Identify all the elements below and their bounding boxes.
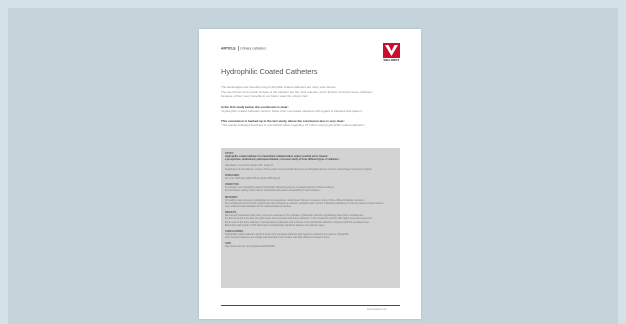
document-page: ARTICLE Urinary catheters WELLSPECT Hydro… bbox=[199, 29, 421, 319]
methods-section: METHODS: 49 healthy male volunteers part… bbox=[225, 196, 396, 208]
header-category: ARTICLE bbox=[221, 46, 236, 51]
claim-quote: "Hydrophilic coated catheters perform be… bbox=[221, 109, 363, 114]
claim-last-study: This conclusion is backed up in the last… bbox=[221, 119, 403, 128]
results-section: RESULTS: Microscopic haematuria was, wer… bbox=[225, 211, 396, 226]
claim-quote: "The results indicated that there is a b… bbox=[221, 123, 365, 128]
footer-rule bbox=[221, 305, 400, 306]
objective-line: for intermittent urinary micro trauma, b… bbox=[225, 189, 321, 193]
doc-title: Hydrophilic Coated Catheters bbox=[221, 67, 318, 76]
logo-wordmark: WELLSPECT bbox=[383, 59, 400, 62]
intro-line: because of their many benefits to our be… bbox=[221, 94, 309, 99]
wellspect-logo-icon bbox=[383, 43, 400, 58]
study-affiliation: Department of Surveillance, Centre of Pr… bbox=[225, 167, 372, 171]
study-link[interactable]: http://www.ncbi.nlm.nih.gov/pubmed/16126… bbox=[225, 245, 275, 248]
claim-first-study: In the first study below, the conclusion… bbox=[221, 105, 403, 114]
methods-line: were collected and evaluated for the cat… bbox=[225, 204, 292, 208]
authors-section: Stensballe J, Looms D, Nielsen PN, Tvede… bbox=[225, 164, 396, 170]
conclusions-line: and uncoated catheters are equally well … bbox=[225, 236, 330, 240]
footer-url[interactable]: www.wellspect.com bbox=[367, 309, 387, 311]
study-subtitle: a prospective, randomised, participant-b… bbox=[225, 158, 340, 162]
published-value: Eur Urol. 2005 Dec;48(6):978-83. Epub 20… bbox=[225, 176, 282, 180]
intro-text: The advantages and benefits using hydrop… bbox=[221, 85, 403, 99]
objective-section: OBJECTIVE: To compare two hydrophilic co… bbox=[225, 183, 396, 192]
header-divider bbox=[237, 46, 239, 51]
published-section: PUBLISHED: Eur Urol. 2005 Dec;48(6):978-… bbox=[225, 174, 396, 180]
study-summary-box: STUDY: Hydrophilic coated catheters for … bbox=[221, 148, 400, 288]
study-section: STUDY: Hydrophilic coated catheters for … bbox=[225, 152, 396, 161]
link-section: LINK: http://www.ncbi.nlm.nih.gov/pubmed… bbox=[225, 242, 396, 248]
doc-header: ARTICLE Urinary catheters bbox=[221, 46, 266, 51]
conclusions-section: CONCLUSIONS: Hydrophilic coated catheter… bbox=[225, 230, 396, 239]
header-subcategory: Urinary catheters bbox=[240, 46, 267, 51]
results-line: Bacteriuria was found in 13% which was n… bbox=[225, 223, 326, 227]
